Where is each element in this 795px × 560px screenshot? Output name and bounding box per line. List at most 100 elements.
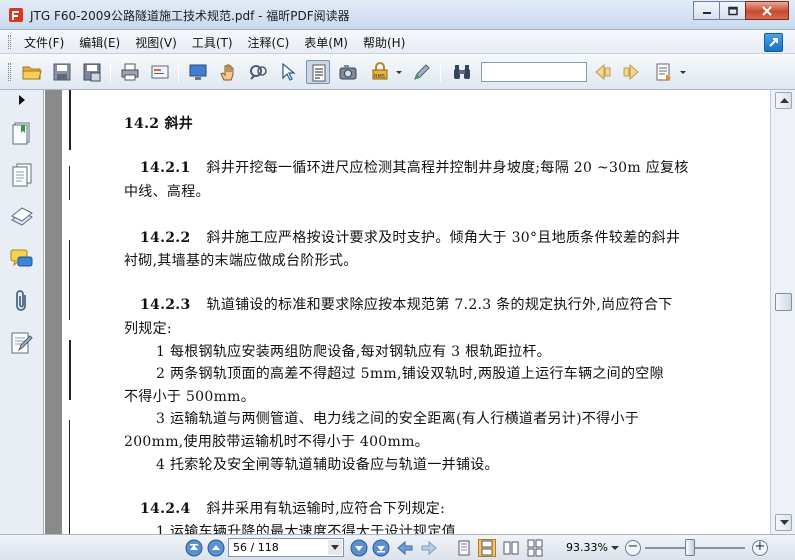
print-icon[interactable] [118, 60, 142, 84]
continuous-view-icon[interactable] [478, 539, 496, 557]
rms-dropdown-icon[interactable] [393, 60, 405, 84]
page-indicator: 56 / 118 [233, 541, 279, 554]
save-icon[interactable] [50, 60, 74, 84]
find-next-icon[interactable] [620, 60, 644, 84]
menu-tools[interactable]: 工具(T) [192, 34, 233, 51]
layers-panel-icon[interactable] [9, 204, 35, 230]
scroll-thumb[interactable] [775, 293, 792, 311]
facing-view-icon[interactable] [502, 539, 520, 557]
page-dropdown-icon[interactable] [328, 540, 342, 555]
vertical-scrollbar[interactable] [770, 90, 795, 534]
clause-number: 14.2.3 [140, 297, 191, 313]
menu-bar: 文件(F) 编辑(E) 视图(V) 工具(T) 注释(C) 表单(M) 帮助(H… [0, 30, 795, 54]
clause-number: 14.2.2 [140, 230, 191, 246]
bookmarks-panel-icon[interactable] [9, 120, 35, 146]
maximize-button[interactable] [719, 1, 746, 20]
window-title: JTG F60-2009公路隧道施工技术规范.pdf - 福昕PDF阅读器 [30, 9, 350, 23]
arrow-up-icon [780, 98, 789, 103]
list-item-line: 4 托索轮及安全闸等轨道辅助设备应与轨道一并铺设。 [156, 457, 499, 473]
expand-arrow-icon [19, 95, 25, 105]
zoom-dropdown-icon[interactable] [610, 539, 622, 557]
signatures-panel-icon[interactable] [9, 330, 35, 356]
search-options-dropdown-icon[interactable] [677, 60, 689, 84]
first-page-icon[interactable] [185, 539, 203, 557]
scan-artifact [69, 240, 70, 320]
zoom-slider-track[interactable] [645, 547, 745, 549]
main-toolbar: RMS [0, 54, 795, 90]
fullscreen-monitor-icon[interactable] [186, 60, 210, 84]
find-previous-icon[interactable] [590, 60, 614, 84]
scroll-up-button[interactable] [775, 92, 792, 109]
clause-number: 14.2.4 [140, 501, 191, 517]
menu-edit[interactable]: 编辑(E) [79, 34, 120, 51]
select-arrow-icon[interactable] [276, 60, 300, 84]
scroll-down-button[interactable] [775, 514, 792, 531]
toolbar-separator [440, 62, 441, 82]
zoom-in-button[interactable]: + [752, 539, 768, 556]
restore-layout-icon[interactable] [764, 33, 783, 52]
binoculars-search-icon[interactable] [450, 60, 474, 84]
scan-artifact [69, 90, 71, 150]
page-number-field[interactable]: 56 / 118 [228, 538, 344, 557]
menu-help[interactable]: 帮助(H) [363, 34, 405, 51]
sign-pen-icon[interactable] [410, 60, 434, 84]
snapshot-camera-icon[interactable] [336, 60, 360, 84]
zoom-out-button[interactable]: − [625, 539, 641, 556]
plus-icon: + [754, 539, 766, 554]
zoom-level[interactable]: 93.33% [566, 541, 608, 554]
clause-line: 14.2.2 斜井施工应严格按设计要求及时支护。倾角大于 30°且地质条件较差的斜… [140, 230, 681, 246]
list-item-line: 2 两条钢轨顶面的高差不得超过 5mm,铺设双轨时,两股道上运行车辆之间的空隙 [156, 366, 664, 382]
list-item-line: 3 运输轨道与两侧管道、电力线之间的安全距离(有人行横道者另计)不得小于 [156, 411, 640, 427]
clause-line: 14.2.1 斜井开挖每一循环进尺应检测其高程并控制井身坡度;每隔 20 ~30m… [140, 160, 689, 176]
toolbar-separator [178, 62, 179, 82]
rms-lock-icon[interactable]: RMS [368, 60, 392, 84]
menu-view[interactable]: 视图(V) [135, 34, 177, 51]
list-item-line: 不得小于 500mm。 [124, 389, 256, 405]
save-as-icon[interactable] [80, 60, 104, 84]
navigation-sidebar [0, 90, 44, 534]
close-button[interactable] [745, 1, 789, 20]
sidebar-toggle[interactable] [0, 90, 44, 110]
next-page-icon[interactable] [350, 539, 368, 557]
status-bar: 56 / 118 93.33% − + [0, 534, 795, 560]
minimize-button[interactable] [693, 1, 720, 20]
comments-panel-icon[interactable] [9, 246, 35, 272]
pdf-page[interactable]: 14.2 斜井 14.2.1 斜井开挖每一循环进尺应检测其高程并控制井身坡度;每隔… [62, 90, 770, 534]
last-page-icon[interactable] [372, 539, 390, 557]
open-folder-icon[interactable] [20, 60, 44, 84]
zoom-slider-thumb[interactable] [685, 539, 695, 556]
arrow-down-icon [780, 520, 789, 525]
clause-line: 14.2.3 轨道铺设的标准和要求除应按本规范第 7.2.3 条的规定执行外,尚应… [140, 297, 673, 313]
email-icon[interactable] [148, 60, 172, 84]
menu-form[interactable]: 表单(M) [304, 34, 348, 51]
single-page-view-icon[interactable] [455, 539, 473, 557]
continuous-facing-view-icon[interactable] [526, 539, 544, 557]
zoom-glass-icon[interactable] [246, 60, 270, 84]
list-item-line: 1 每根钢轨应安装两组防爬设备,每对钢轨应有 3 根轨距拉杆。 [156, 344, 551, 360]
select-text-icon[interactable] [306, 60, 330, 84]
attachments-paperclip-icon[interactable] [9, 288, 35, 314]
menu-grip[interactable] [8, 35, 11, 49]
section-heading: 14.2 斜井 [124, 116, 194, 132]
menu-file[interactable]: 文件(F) [24, 34, 64, 51]
pages-panel-icon[interactable] [9, 162, 35, 188]
toolbar-separator [110, 62, 111, 82]
toolbar-grip[interactable] [8, 63, 11, 81]
menu-comment[interactable]: 注释(C) [248, 34, 290, 51]
scan-artifact [69, 340, 71, 400]
scan-artifact [69, 420, 70, 534]
find-input[interactable] [481, 62, 587, 82]
forward-arrow-icon[interactable] [420, 539, 438, 557]
clause-number: 14.2.1 [140, 160, 191, 176]
clause-line: 14.2.4 斜井采用有轨运输时,应符合下列规定: [140, 501, 446, 517]
hand-tool-icon[interactable] [216, 60, 240, 84]
title-bar: JTG F60-2009公路隧道施工技术规范.pdf - 福昕PDF阅读器 [0, 0, 795, 30]
document-view[interactable]: 14.2 斜井 14.2.1 斜井开挖每一循环进尺应检测其高程并控制井身坡度;每隔… [45, 90, 770, 534]
minus-icon: − [627, 539, 639, 554]
back-arrow-icon[interactable] [396, 539, 414, 557]
svg-text:RMS: RMS [374, 74, 385, 80]
search-options-icon[interactable] [652, 60, 676, 84]
previous-page-icon[interactable] [207, 539, 225, 557]
close-icon [762, 5, 772, 16]
list-item-line: 200mm,使用胶带运输机时不得小于 400mm。 [124, 434, 429, 450]
